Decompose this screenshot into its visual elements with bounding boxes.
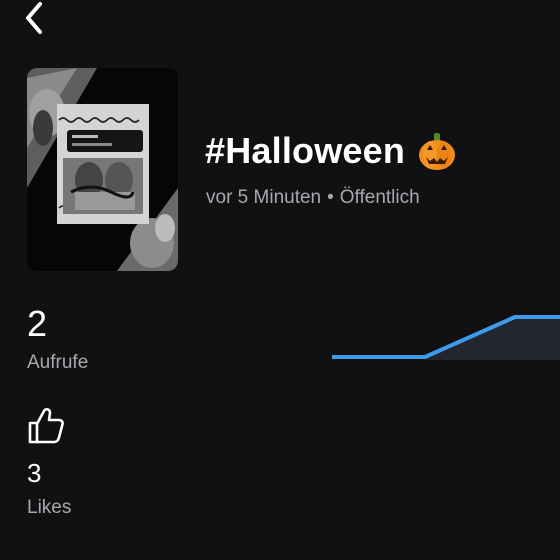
video-title: #Halloween bbox=[205, 130, 457, 172]
time-ago: vor 5 Minuten bbox=[206, 187, 322, 208]
video-thumbnail[interactable] bbox=[27, 68, 178, 271]
thumbnail-image bbox=[27, 68, 178, 271]
views-sparkline bbox=[332, 315, 560, 360]
likes-count: 3 bbox=[27, 458, 42, 488]
pumpkin-icon bbox=[417, 131, 457, 171]
thumbs-up-icon bbox=[26, 404, 66, 446]
video-stats-screen: #Halloween vor 5 Minuten • Öffentlich 2 Au… bbox=[0, 0, 560, 560]
chevron-left-icon bbox=[26, 2, 42, 34]
likes-label: Likes bbox=[27, 497, 72, 518]
visibility-status: Öffentlich bbox=[339, 187, 420, 208]
video-title-text: #Halloween bbox=[205, 130, 406, 171]
views-count: 2 bbox=[27, 303, 48, 344]
back-button[interactable] bbox=[14, 0, 54, 36]
views-label: Aufrufe bbox=[27, 352, 89, 373]
meta-separator: • bbox=[327, 187, 334, 208]
video-meta: vor 5 Minuten • Öffentlich bbox=[206, 187, 420, 209]
